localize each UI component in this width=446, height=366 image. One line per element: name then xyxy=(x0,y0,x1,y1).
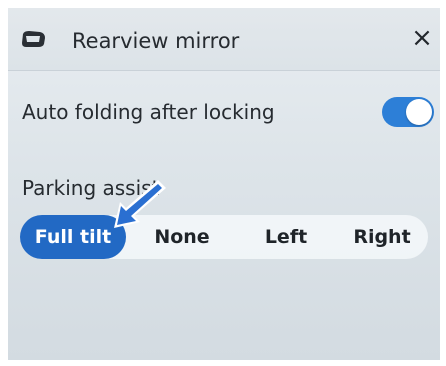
panel-title: Rearview mirror xyxy=(72,29,240,53)
auto-folding-toggle[interactable] xyxy=(382,97,434,127)
toggle-knob xyxy=(406,99,432,125)
pointer-arrow-icon xyxy=(114,180,166,228)
mirror-icon xyxy=(22,31,45,47)
option-left[interactable]: Left xyxy=(238,215,334,259)
parking-assist-selector: Full tilt None Left Right xyxy=(20,215,428,259)
close-icon[interactable]: × xyxy=(408,24,436,52)
rearview-mirror-panel: Rearview mirror × Auto folding after loc… xyxy=(8,8,440,360)
option-right[interactable]: Right xyxy=(336,215,428,259)
panel-header: Rearview mirror × xyxy=(8,8,440,71)
auto-folding-label: Auto folding after locking xyxy=(22,100,275,124)
